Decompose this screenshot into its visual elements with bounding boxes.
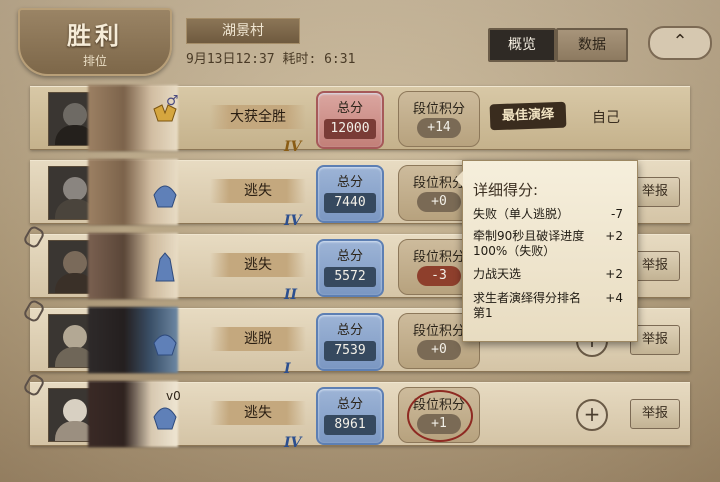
- result-label: 逃脱: [210, 327, 306, 351]
- rank-points-value: +14: [417, 118, 461, 138]
- self-label: 自己: [592, 110, 620, 126]
- score-detail-label: 力战天选: [473, 267, 522, 281]
- rank-tier-label: I: [284, 361, 291, 377]
- rank-emblem-icon: I: [150, 325, 291, 377]
- rank-points-value: +0: [417, 340, 461, 360]
- result-label: 逃失: [210, 401, 306, 425]
- rank-emblem-icon: IV: [150, 103, 301, 155]
- total-score-label: 总分: [336, 397, 363, 412]
- total-score: 总分 7440: [316, 165, 384, 223]
- rank-points-value: +0: [417, 192, 461, 212]
- rank-points[interactable]: 段位积分 +1: [398, 387, 480, 443]
- red-circle-annotation: [407, 390, 473, 442]
- rank-emblem-icon: II: [150, 251, 297, 303]
- popup-arrow: [455, 171, 463, 187]
- total-score-value: 5572: [324, 267, 376, 287]
- score-detail-value: -7: [611, 207, 623, 221]
- score-detail-value: +2: [605, 229, 623, 243]
- result-label: 大获全胜: [210, 105, 306, 129]
- total-score-label: 总分: [336, 101, 363, 116]
- score-detail-popup: 详细得分: 失败（单人逃脱） -7 牵制90秒且破译进度100%（失败） +2 …: [455, 160, 638, 342]
- score-detail-value: +2: [605, 267, 623, 281]
- result-label: 逃失: [210, 179, 306, 203]
- match-mode-label: 排位: [82, 54, 107, 68]
- total-score-label: 总分: [336, 323, 363, 338]
- map-name: 湖景村: [186, 18, 300, 44]
- popup-title: 详细得分:: [473, 181, 539, 199]
- rank-emblem-icon: IV: [150, 177, 301, 229]
- result-label: 逃失: [210, 253, 306, 277]
- rank-tier-label: IV: [284, 139, 302, 155]
- collapse-button[interactable]: ⌃: [648, 26, 712, 60]
- player-row: v0 IV 逃失 总分 8961 段位积分 +1 + 举报: [22, 372, 690, 451]
- total-score-value: 8961: [324, 415, 376, 435]
- best-performance-badge: 最佳演绎: [489, 101, 567, 131]
- tab-overview[interactable]: 概览: [488, 28, 556, 62]
- rank-points-label: 段位积分: [412, 102, 465, 117]
- total-score: 总分 5572: [316, 239, 384, 297]
- rank-emblem-icon: IV: [150, 399, 301, 451]
- rank-tier-label: IV: [284, 213, 302, 229]
- result-title: 胜利: [67, 21, 123, 50]
- tab-data[interactable]: 数据: [556, 28, 628, 62]
- score-detail-item: 牵制90秒且破译进度100%（失败） +2: [473, 229, 623, 259]
- add-friend-button[interactable]: +: [576, 399, 608, 431]
- rank-tier-label: II: [284, 287, 298, 303]
- total-score-label: 总分: [336, 175, 363, 190]
- chevron-up-icon: ⌃: [672, 31, 688, 52]
- score-detail-label: 失败（单人逃脱）: [473, 207, 570, 221]
- total-score-value: 7539: [324, 341, 376, 361]
- total-score-value: 7440: [324, 193, 376, 213]
- score-detail-item: 失败（单人逃脱） -7: [473, 207, 623, 222]
- rank-points-value: -3: [417, 266, 461, 286]
- total-score-label: 总分: [336, 249, 363, 264]
- player-row-self: ♂ IV 大获全胜 总分 12000 段位积分 +14 最佳演绎 自己: [30, 85, 690, 155]
- rank-points[interactable]: 段位积分 +14: [398, 91, 480, 147]
- report-button[interactable]: 举报: [630, 399, 680, 429]
- score-detail-label: 牵制90秒且破译进度100%（失败）: [473, 229, 585, 258]
- total-score-value: 12000: [324, 119, 376, 139]
- total-score: 总分 7539: [316, 313, 384, 371]
- score-detail-item: 力战天选 +2: [473, 267, 623, 282]
- total-score: 总分 12000: [316, 91, 384, 149]
- score-detail-label: 求生者演绎得分排名第1: [473, 291, 582, 320]
- match-time: 9月13日12:37 耗时: 6:31: [186, 52, 356, 67]
- result-badge: 胜利 排位: [18, 8, 172, 76]
- total-score: 总分 8961: [316, 387, 384, 445]
- score-detail-item: 求生者演绎得分排名第1 +4: [473, 291, 623, 321]
- rank-tier-label: IV: [284, 435, 302, 451]
- score-detail-value: +4: [605, 291, 623, 305]
